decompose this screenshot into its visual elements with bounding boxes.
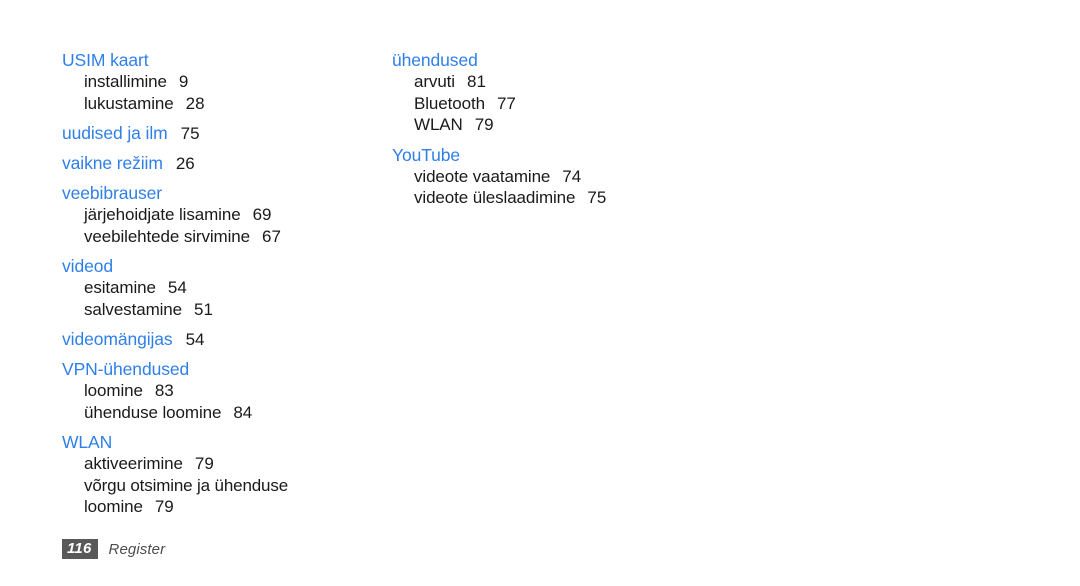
- index-entry-label[interactable]: veebilehtede sirvimine: [84, 226, 250, 248]
- index-entry-page-number: 9: [178, 72, 189, 91]
- index-entry-label[interactable]: lukustamine: [84, 93, 174, 115]
- index-entry-page-number: 81: [466, 72, 486, 91]
- index-entry-label[interactable]: loomine: [84, 496, 143, 518]
- index-heading-row[interactable]: veebibrauser: [62, 183, 392, 204]
- index-heading-row[interactable]: YouTube: [392, 145, 792, 166]
- index-heading-row[interactable]: ühendused: [392, 50, 792, 71]
- index-heading-row[interactable]: videomängijas 54: [62, 329, 392, 350]
- index-entry-row[interactable]: esitamine 54: [62, 277, 392, 299]
- index-entry-row[interactable]: järjehoidjate lisamine 69: [62, 204, 392, 226]
- index-heading-page-number: 75: [180, 124, 200, 143]
- index-entry-label[interactable]: aktiveerimine: [84, 453, 183, 475]
- index-entry-row[interactable]: loomine 79: [62, 496, 392, 518]
- index-heading-page-number: 26: [175, 154, 195, 173]
- index-entry-row[interactable]: loomine 83: [62, 380, 392, 402]
- index-group: WLAN aktiveerimine 79 võrgu otsimine ja ühe…: [62, 432, 392, 518]
- index-entry-page-number: 79: [194, 454, 214, 473]
- index-column-left: USIM kaart installimine 9 lukustamine 28 uudi…: [62, 50, 392, 518]
- index-entry-label[interactable]: võrgu otsimine ja ühenduse: [84, 475, 288, 497]
- index-heading[interactable]: uudised ja ilm: [62, 123, 168, 144]
- index-entry-label[interactable]: esitamine: [84, 277, 156, 299]
- index-entry-page-number: 84: [233, 402, 253, 422]
- index-heading[interactable]: vaikne režiim: [62, 153, 163, 174]
- index-entry-page-number: 77: [496, 93, 516, 113]
- index-entry-row[interactable]: WLAN 79: [392, 114, 792, 136]
- index-heading[interactable]: veebibrauser: [62, 183, 162, 204]
- index-entry-page-number: 79: [474, 115, 494, 134]
- index-entry-page-number: 83: [154, 381, 174, 400]
- index-entry-row[interactable]: arvuti 81: [392, 71, 792, 93]
- index-group: ühendused arvuti 81 Bluetooth 77 WLAN 79: [392, 50, 792, 136]
- index-group: USIM kaart installimine 9 lukustamine 28: [62, 50, 392, 114]
- index-heading[interactable]: ühendused: [392, 50, 478, 71]
- index-entry-page-number: 54: [167, 278, 187, 297]
- index-heading[interactable]: USIM kaart: [62, 50, 149, 71]
- index-entry-label[interactable]: videote üleslaadimine: [414, 187, 576, 209]
- index-heading[interactable]: videomängijas: [62, 329, 173, 350]
- index-entry-label[interactable]: Bluetooth: [414, 93, 485, 115]
- index-heading-row[interactable]: videod: [62, 256, 392, 277]
- index-entry-row[interactable]: ühenduse loomine 84: [62, 402, 392, 424]
- index-entry-page-number: 51: [194, 299, 213, 319]
- index-group: vaikne režiim 26: [62, 153, 392, 174]
- index-entry-label[interactable]: salvestamine: [84, 299, 182, 321]
- index-entry-row[interactable]: aktiveerimine 79: [62, 453, 392, 475]
- index-page: USIM kaart installimine 9 lukustamine 28 uudi…: [0, 0, 1080, 586]
- index-group: YouTube videote vaatamine 74 videote ülesla…: [392, 145, 792, 209]
- index-entry-page-number: 75: [587, 188, 607, 207]
- footer-section-label: Register: [108, 540, 166, 558]
- index-entry-label[interactable]: arvuti: [414, 71, 455, 93]
- index-entry-row[interactable]: võrgu otsimine ja ühenduse: [62, 475, 392, 497]
- index-heading-row[interactable]: WLAN: [62, 432, 392, 453]
- index-heading-row[interactable]: vaikne režiim 26: [62, 153, 392, 174]
- page-footer: 116 Register: [62, 539, 165, 559]
- index-group: videod esitamine 54 salvestamine 51: [62, 256, 392, 320]
- index-group: videomängijas 54: [62, 329, 392, 350]
- index-entry-label[interactable]: loomine: [84, 380, 143, 402]
- index-entry-row[interactable]: installimine 9: [62, 71, 392, 93]
- index-entry-label[interactable]: installimine: [84, 71, 167, 93]
- index-entry-label[interactable]: ühenduse loomine: [84, 402, 221, 424]
- index-heading-page-number: 54: [185, 330, 205, 349]
- index-group: uudised ja ilm 75: [62, 123, 392, 144]
- index-group: veebibrauser järjehoidjate lisamine 69 veeb…: [62, 183, 392, 247]
- index-entry-page-number: 74: [562, 166, 582, 186]
- index-heading-row[interactable]: uudised ja ilm 75: [62, 123, 392, 144]
- index-heading[interactable]: VPN-ühendused: [62, 359, 189, 380]
- index-heading-row[interactable]: VPN-ühendused: [62, 359, 392, 380]
- index-entry-row[interactable]: videote vaatamine 74: [392, 166, 792, 188]
- index-entry-row[interactable]: Bluetooth 77: [392, 93, 792, 115]
- index-entry-label[interactable]: järjehoidjate lisamine: [84, 204, 241, 226]
- index-group: VPN-ühendused loomine 83 ühenduse loomine 84: [62, 359, 392, 423]
- index-column-right: ühendused arvuti 81 Bluetooth 77 WLAN 79 YouTub…: [392, 50, 792, 209]
- index-heading[interactable]: videod: [62, 256, 113, 277]
- index-entry-row[interactable]: videote üleslaadimine 75: [392, 187, 792, 209]
- index-entry-label[interactable]: WLAN: [414, 114, 463, 136]
- index-entry-page-number: 28: [185, 93, 205, 113]
- index-entry-row[interactable]: veebilehtede sirvimine 67: [62, 226, 392, 248]
- footer-page-number: 116: [62, 539, 98, 559]
- index-entry-page-number: 69: [252, 205, 272, 224]
- index-entry-row[interactable]: salvestamine 51: [62, 299, 392, 321]
- index-heading[interactable]: WLAN: [62, 432, 112, 453]
- index-heading[interactable]: YouTube: [392, 145, 460, 166]
- index-entry-page-number: 79: [154, 497, 174, 516]
- index-heading-row[interactable]: USIM kaart: [62, 50, 392, 71]
- index-entry-page-number: 67: [262, 226, 281, 246]
- index-columns: USIM kaart installimine 9 lukustamine 28 uudi…: [62, 50, 1022, 518]
- index-entry-label[interactable]: videote vaatamine: [414, 166, 550, 188]
- index-entry-row[interactable]: lukustamine 28: [62, 93, 392, 115]
